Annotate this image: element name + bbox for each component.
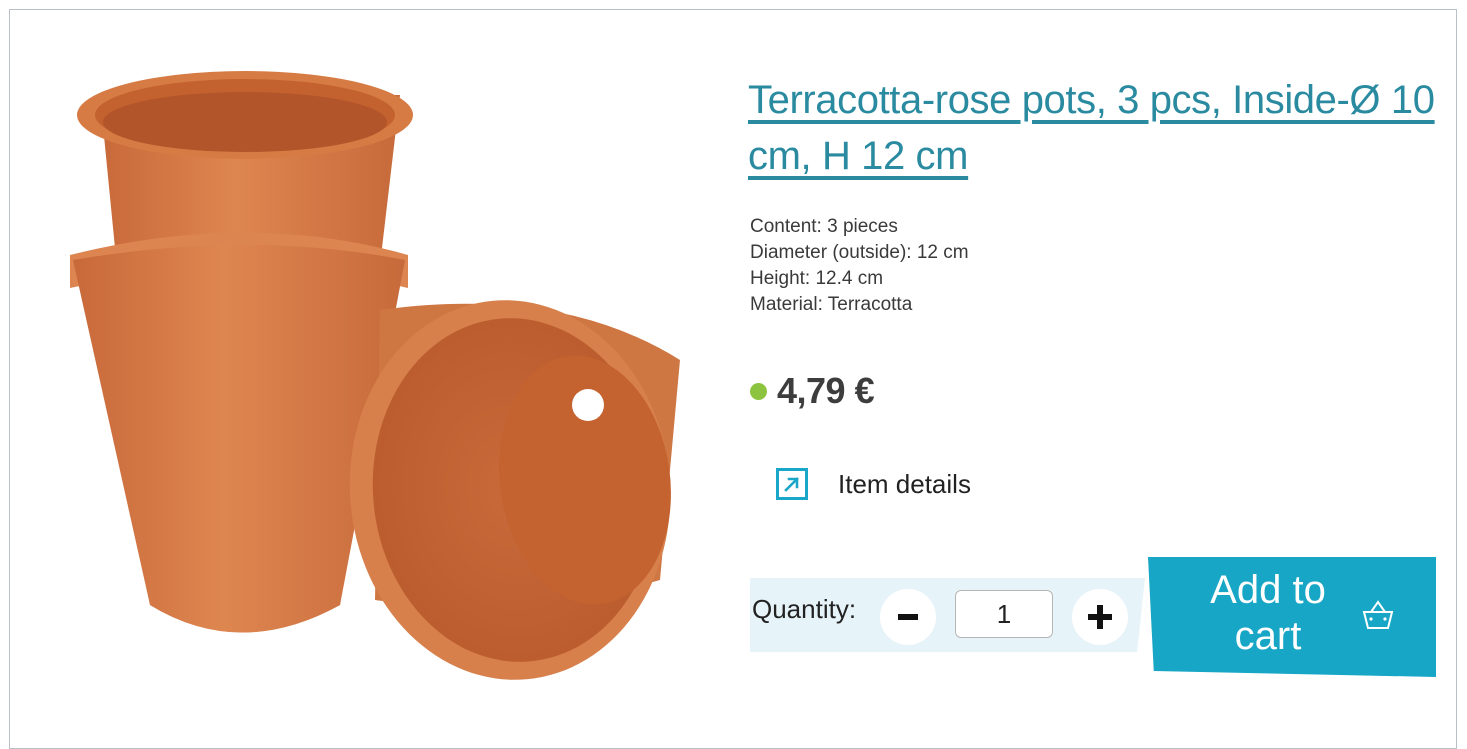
product-title[interactable]: Terracotta-rose pots, 3 pcs, Inside-Ø 10… [748,72,1438,184]
basket-icon [1362,600,1394,629]
terracotta-pots-illustration [70,71,680,680]
spec-height: Height: 12.4 cm [750,268,884,289]
spec-content: Content: 3 pieces [750,216,898,237]
product-image[interactable] [40,60,720,680]
spec-diameter: Diameter (outside): 12 cm [750,242,969,263]
minus-icon [898,614,918,620]
product-title-link[interactable]: Terracotta-rose pots, 3 pcs, Inside-Ø 10… [748,78,1435,178]
spec-material: Material: Terracotta [750,294,913,315]
external-link-arrow-icon [776,468,808,500]
item-details-link[interactable]: Item details [776,468,971,500]
product-specs: Content: 3 pieces Diameter (outside): 12… [750,214,969,318]
price-row: 4,79 € [750,370,875,412]
add-to-cart-button[interactable]: Add to cart [1148,557,1436,677]
item-details-label: Item details [838,468,971,499]
increase-quantity-button[interactable] [1072,589,1128,645]
add-to-cart-label: Add to cart [1210,568,1326,658]
quantity-label: Quantity: [752,594,857,624]
decrease-quantity-button[interactable] [880,589,936,645]
product-price: 4,79 € [777,370,875,411]
plus-icon [1088,605,1112,629]
availability-dot-icon [750,382,767,400]
quantity-input[interactable] [955,590,1053,638]
